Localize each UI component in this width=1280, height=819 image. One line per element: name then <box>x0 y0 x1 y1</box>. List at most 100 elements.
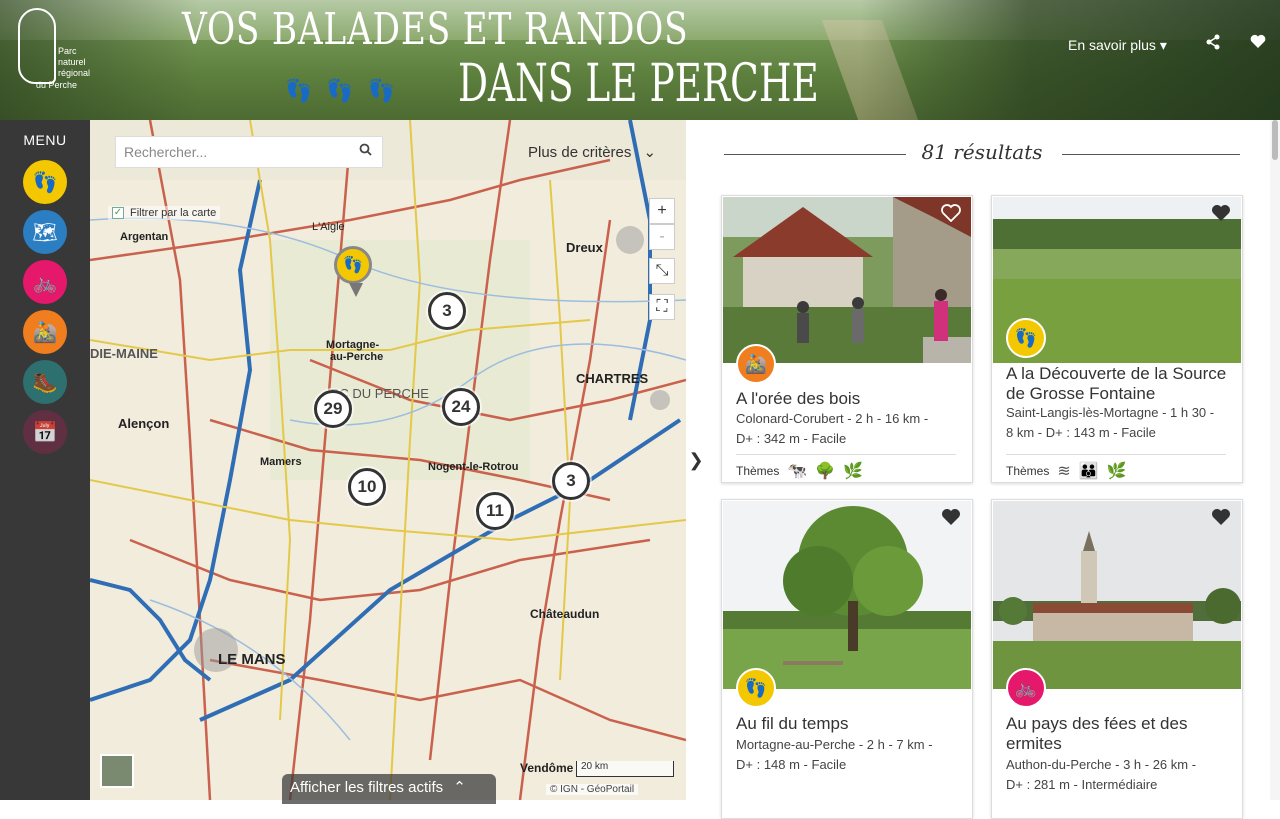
map-panel[interactable]: Dreux CHARTRES Mortagne- au-Perche Nogen… <box>90 120 686 800</box>
activity-badge-icon: 🚲 <box>1006 668 1046 708</box>
criteria-label: Plus de critères <box>528 144 632 161</box>
hiker-icon[interactable]: 🥾 <box>23 360 67 404</box>
card-photo <box>723 501 971 689</box>
card-photo <box>993 501 1241 689</box>
route-meta: D+ : 148 m - Facile <box>736 757 847 772</box>
chevron-up-icon: ⌃ <box>453 779 466 796</box>
park-logo[interactable]: Parc naturel régional du Perche <box>18 8 91 94</box>
reset-view-icon[interactable]: ⤡ <box>649 258 675 284</box>
map-label-argentan: Argentan <box>120 231 169 243</box>
route-meta: Authon-du-Perche - 3 h - 26 km - <box>1006 757 1197 772</box>
card-photo <box>723 197 971 363</box>
cow-icon: 🐄 <box>787 463 808 480</box>
favorite-heart-icon[interactable] <box>1210 508 1232 530</box>
map-label-mortagne2: au-Perche <box>330 351 383 363</box>
map-label-chartres: CHARTRES <box>576 371 649 386</box>
result-card[interactable]: 🚵 A l'orée des bois Colonard-Corubert - … <box>721 195 973 483</box>
filter-by-map-toggle[interactable]: ✓ Filtrer par la carte <box>108 206 221 220</box>
activity-badge-icon: 👣 <box>736 668 776 708</box>
bike-icon[interactable]: 🚲 <box>23 260 67 304</box>
map-cluster[interactable]: 3 <box>428 292 466 330</box>
route-themes: Thèmes 🐄 🌳 🌿 <box>736 454 956 481</box>
results-count: 81 résultats <box>921 140 1043 164</box>
results-divider-right <box>1062 154 1240 155</box>
map-label-mortagne: Mortagne- <box>326 339 380 351</box>
zoom-in-button[interactable]: + <box>649 198 675 224</box>
map-label-alencon: Alençon <box>118 416 169 431</box>
map-cluster[interactable]: 24 <box>442 388 480 426</box>
map-cluster[interactable]: 29 <box>314 390 352 428</box>
result-card[interactable]: 👣 A la Découverte de la Source de Grosse… <box>991 195 1243 483</box>
family-icon: 👪 <box>1078 463 1099 480</box>
map-layers-button[interactable] <box>100 754 134 788</box>
map-label-region: DIE-MAINE <box>90 346 158 361</box>
search-icon[interactable] <box>359 143 372 159</box>
route-title: Au pays des fées et des ermites <box>1006 714 1188 753</box>
tree-icon: 🌳 <box>815 463 836 480</box>
route-title: Au fil du temps <box>736 714 849 733</box>
themes-label: Thèmes <box>736 464 780 478</box>
banner-trees <box>860 0 1280 120</box>
plant-icon: 🌿 <box>843 463 864 480</box>
map-label-mamers: Mamers <box>260 456 302 468</box>
footprints-icon[interactable]: 👣 <box>23 160 67 204</box>
filter-label: Filtrer par la carte <box>130 207 217 219</box>
route-themes: Thèmes ≋ 👪 🌿 <box>1006 454 1226 481</box>
route-meta: Saint-Langis-lès-Mortagne - 1 h 30 - <box>1006 405 1215 420</box>
site-title-line1: Vos balades et randos <box>182 4 689 55</box>
results-scrollbar[interactable] <box>1270 120 1280 800</box>
search-placeholder: Rechercher... <box>124 144 208 160</box>
filter-checkbox[interactable]: ✓ <box>112 207 124 219</box>
footprints-decoration-icon: 👣👣👣 <box>285 78 410 103</box>
map-label-lemans: LE MANS <box>218 651 286 668</box>
favorite-heart-icon[interactable] <box>940 508 962 530</box>
map-label-chateaudun: Châteaudun <box>530 607 599 621</box>
map-label-laigle: L'Aigle <box>312 221 345 233</box>
chevron-down-icon: ⌄ <box>643 144 657 161</box>
calendar-icon[interactable]: 📅 <box>23 410 67 454</box>
walking-route-marker[interactable]: 👣 <box>334 246 372 297</box>
site-title-line2: dans le Perche <box>458 54 819 114</box>
plant-icon: 🌿 <box>1106 463 1127 480</box>
logo-subtext: du Perche <box>36 80 78 90</box>
favorite-heart-icon[interactable] <box>1210 204 1232 226</box>
themes-label: Thèmes <box>1006 464 1050 478</box>
share-icon[interactable] <box>1206 34 1220 55</box>
show-filters-label: Afficher les filtres actifs <box>290 779 444 796</box>
route-meta: 8 km - D+ : 143 m - Facile <box>1006 425 1156 440</box>
route-meta: D+ : 281 m - Intermédiaire <box>1006 777 1158 792</box>
fullscreen-icon[interactable]: ⛶ <box>649 294 675 320</box>
result-card[interactable]: 👣 Au fil du temps Mortagne-au-Perche - 2… <box>721 499 973 819</box>
route-title: A l'orée des bois <box>736 389 861 408</box>
scrollbar-thumb[interactable] <box>1272 120 1278 160</box>
map-scale: 20 km <box>576 761 674 777</box>
logo-text: Parc naturel régional <box>58 46 91 78</box>
map-cluster[interactable]: 11 <box>476 492 514 530</box>
map-label-vendome: Vendôme <box>520 761 574 775</box>
favorites-heart-icon[interactable] <box>1250 34 1266 54</box>
header-banner: Parc naturel régional du Perche Vos bala… <box>0 0 1280 120</box>
search-input[interactable]: Rechercher... <box>115 136 383 168</box>
map-label-dreux: Dreux <box>566 240 604 255</box>
map-cluster[interactable]: 3 <box>552 462 590 500</box>
more-criteria-dropdown[interactable]: Plus de critères ⌄ <box>528 143 656 161</box>
activity-badge-icon: 🚵 <box>736 344 776 384</box>
route-meta: D+ : 342 m - Facile <box>736 431 847 446</box>
collapse-map-arrow-icon[interactable]: ❯ <box>686 120 706 800</box>
map-icon[interactable]: 🗺 <box>23 210 67 254</box>
mtb-icon[interactable]: 🚵 <box>23 310 67 354</box>
route-meta: Colonard-Corubert - 2 h - 16 km - <box>736 411 929 426</box>
water-icon: ≋ <box>1057 463 1071 480</box>
favorite-heart-icon[interactable] <box>940 204 962 226</box>
menu-label: MENU <box>23 132 67 148</box>
map-label-nogent: Nogent-le-Rotrou <box>428 461 518 473</box>
results-header: 81 résultats <box>724 140 1240 168</box>
map-tiles[interactable]: Dreux CHARTRES Mortagne- au-Perche Nogen… <box>90 120 686 800</box>
info-menu-link[interactable]: En savoir plus ▾ <box>1068 37 1167 54</box>
map-cluster[interactable]: 10 <box>348 468 386 506</box>
zoom-out-button[interactable]: - <box>649 224 675 250</box>
logo-shape <box>18 8 56 84</box>
result-card[interactable]: 🚲 Au pays des fées et des ermites Authon… <box>991 499 1243 819</box>
activity-badge-icon: 👣 <box>1006 318 1046 358</box>
route-title: A la Découverte de la Source de Grosse F… <box>1006 364 1227 403</box>
